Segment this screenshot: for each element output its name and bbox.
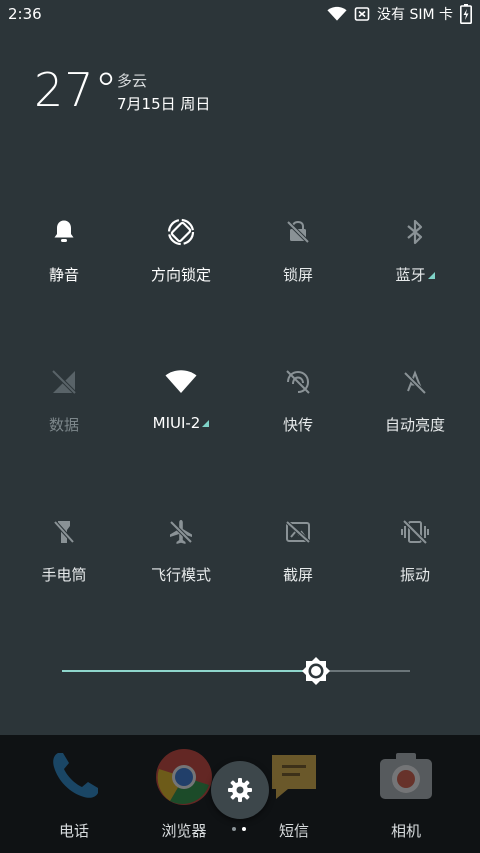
tile-quick-transfer[interactable]: 快传 bbox=[240, 356, 356, 466]
chrome-icon bbox=[156, 749, 212, 805]
tile-label: 锁屏 bbox=[282, 266, 313, 284]
tile-label: 方向锁定 bbox=[150, 266, 211, 284]
tile-label: 自动亮度 bbox=[384, 416, 445, 434]
tile-bluetooth[interactable]: 蓝牙 bbox=[357, 206, 473, 316]
tile-label: 静音 bbox=[48, 266, 79, 284]
tile-silent[interactable]: 静音 bbox=[6, 206, 122, 316]
brightness-slider[interactable] bbox=[62, 652, 410, 692]
page-indicator bbox=[232, 827, 250, 833]
tile-lock-screen[interactable]: 锁屏 bbox=[240, 206, 356, 316]
tile-label: 蓝牙 bbox=[395, 264, 435, 285]
expand-indicator-icon bbox=[427, 272, 435, 279]
phone-icon bbox=[53, 753, 98, 798]
rotation-lock-icon bbox=[163, 214, 199, 250]
tile-airplane-mode[interactable]: 飞行模式 bbox=[123, 506, 239, 616]
vibrate-icon bbox=[397, 514, 433, 550]
tile-label: 截屏 bbox=[282, 566, 313, 584]
dock-app-label: 电话 bbox=[58, 822, 89, 840]
dock-app-label: 浏览器 bbox=[161, 822, 207, 840]
quick-transfer-icon bbox=[280, 364, 316, 400]
tile-rotation-lock[interactable]: 方向锁定 bbox=[123, 206, 239, 316]
tile-wifi[interactable]: MIUI-2 bbox=[123, 356, 239, 466]
brightness-thumb-icon[interactable] bbox=[301, 656, 331, 686]
camera-icon bbox=[380, 753, 432, 799]
mobile-data-off-icon bbox=[46, 364, 82, 400]
tile-screenshot[interactable]: 截屏 bbox=[240, 506, 356, 616]
bell-icon bbox=[46, 214, 82, 250]
quick-settings-grid: 静音 方向锁定 锁屏 蓝牙 数据 MIUI-2 快传 自动亮度 手电筒 飞行模式… bbox=[0, 0, 480, 853]
dock-app-label: 短信 bbox=[278, 822, 309, 840]
messages-icon bbox=[272, 755, 316, 799]
gear-icon bbox=[228, 778, 252, 802]
tile-label: 飞行模式 bbox=[150, 566, 211, 584]
brightness-fill bbox=[62, 670, 317, 672]
lock-screen-icon bbox=[280, 214, 316, 250]
wifi-icon bbox=[163, 364, 199, 400]
flashlight-icon bbox=[46, 514, 82, 550]
bluetooth-icon bbox=[397, 214, 433, 250]
page-dot-active[interactable] bbox=[242, 827, 246, 831]
tile-flashlight[interactable]: 手电筒 bbox=[6, 506, 122, 616]
page-dot[interactable] bbox=[232, 827, 236, 831]
screenshot-icon bbox=[280, 514, 316, 550]
tile-label: 数据 bbox=[48, 416, 79, 434]
tile-label-text: 蓝牙 bbox=[395, 266, 426, 284]
tile-label-text: MIUI-2 bbox=[152, 414, 201, 432]
tile-auto-brightness[interactable]: 自动亮度 bbox=[357, 356, 473, 466]
settings-button[interactable] bbox=[211, 761, 269, 819]
tile-label: 快传 bbox=[282, 416, 313, 434]
tile-vibrate[interactable]: 振动 bbox=[357, 506, 473, 616]
dock-app-camera[interactable]: 相机 bbox=[356, 747, 456, 853]
dock-app-label: 相机 bbox=[390, 822, 421, 840]
tile-label: 振动 bbox=[399, 566, 430, 584]
auto-brightness-icon bbox=[397, 364, 433, 400]
dock-app-phone[interactable]: 电话 bbox=[24, 747, 124, 853]
expand-indicator-icon bbox=[202, 420, 210, 427]
tile-label: 手电筒 bbox=[41, 566, 87, 584]
tile-mobile-data[interactable]: 数据 bbox=[6, 356, 122, 466]
airplane-icon bbox=[163, 514, 199, 550]
tile-label: MIUI-2 bbox=[153, 414, 210, 432]
